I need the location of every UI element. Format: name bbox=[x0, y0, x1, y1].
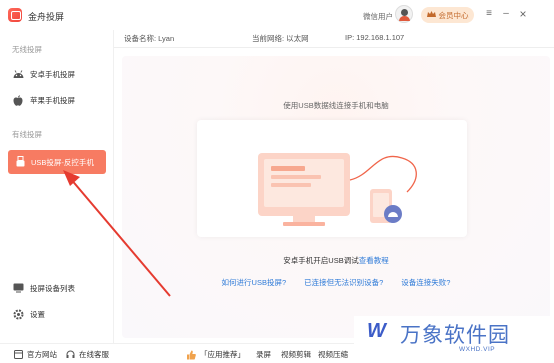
annotation-arrow bbox=[63, 170, 171, 297]
official-website-link[interactable]: 官方网站 bbox=[14, 349, 57, 360]
support-label: 在线客服 bbox=[79, 350, 109, 359]
globe-icon bbox=[14, 350, 23, 359]
watermark-name: 万象软件园 bbox=[400, 324, 510, 347]
recommend-label: 「应用推荐」 bbox=[200, 350, 245, 359]
watermark-url: WXHD.VIP bbox=[459, 346, 496, 353]
online-support-link[interactable]: 在线客服 bbox=[66, 349, 109, 360]
app-link-video-edit[interactable]: 视频剪辑 bbox=[281, 349, 311, 360]
app-link-record[interactable]: 录屏 bbox=[256, 349, 271, 360]
watermark: W 万象软件园 WXHD.VIP bbox=[354, 316, 554, 363]
watermark-logo-icon: W bbox=[367, 320, 386, 342]
app-link-video-compress[interactable]: 视频压缩 bbox=[318, 349, 348, 360]
website-label: 官方网站 bbox=[27, 350, 57, 359]
app-recommend: 「应用推荐」 bbox=[186, 349, 245, 360]
thumb-icon bbox=[187, 350, 196, 359]
headset-icon bbox=[66, 350, 75, 358]
